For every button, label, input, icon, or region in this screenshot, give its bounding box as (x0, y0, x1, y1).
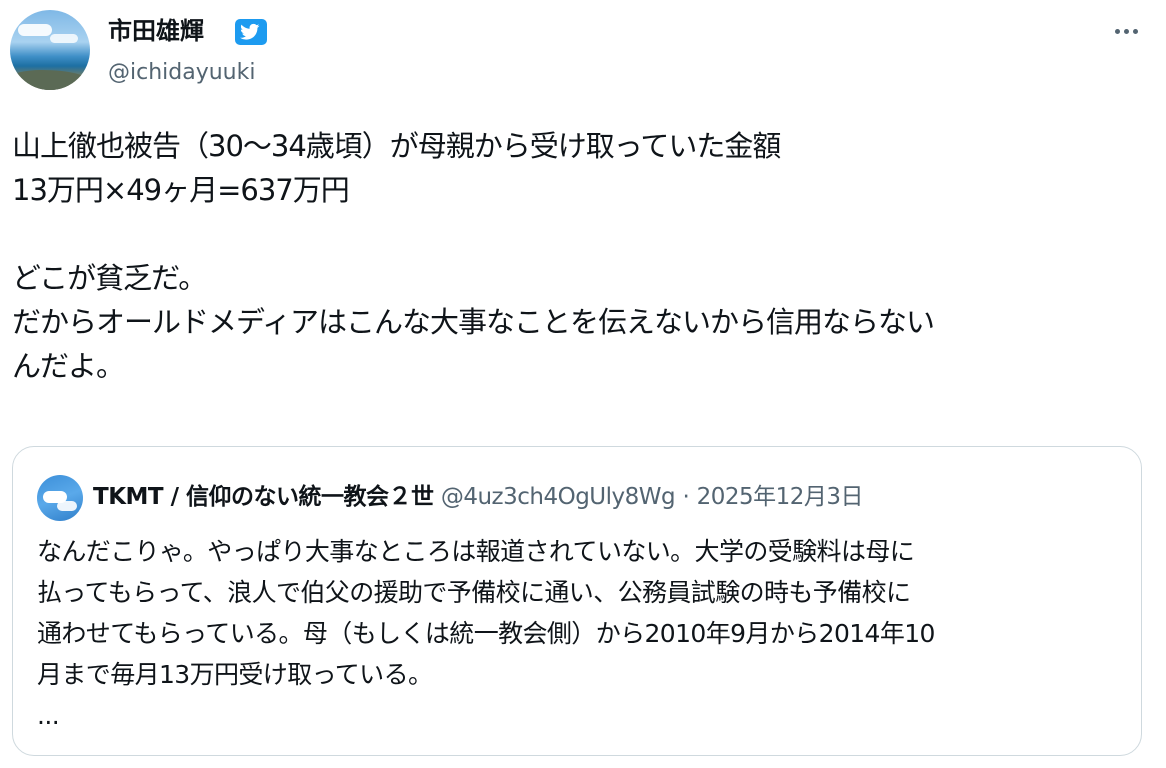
quoted-tweet-date: 2025年12月3日 (696, 484, 864, 510)
tweet-text-line: 13万円×49ヶ月=637万円 (12, 173, 350, 207)
author-display-name[interactable]: 市田雄輝 (108, 14, 204, 48)
tweet-text-line: 山上徹也被告（30〜34歳頃）が母親から受け取っていた金額 (12, 129, 781, 163)
avatar-rock (10, 70, 90, 90)
more-options-button[interactable] (1104, 14, 1148, 48)
quoted-text-ellipsis: ... (37, 701, 60, 730)
verified-badge-icon (235, 19, 267, 45)
more-dot-icon (1123, 28, 1129, 34)
avatar-cloud (50, 34, 78, 43)
tweet-text-line: だからオールドメディアはこんな大事なことを伝えないから信用ならない (12, 305, 935, 339)
quoted-author-avatar (37, 475, 83, 521)
tweet-text-line: んだよ。 (12, 349, 125, 383)
tweet-text: 山上徹也被告（30〜34歳頃）が母親から受け取っていた金額 13万円×49ヶ月=… (12, 124, 1152, 388)
author-handle[interactable]: @ichidayuuki (108, 58, 255, 88)
avatar-cloud (57, 501, 77, 511)
quoted-text-line: なんだこりゃ。やっぱり大事なところは報道されていない。大学の受験料は母に (37, 537, 915, 566)
quoted-tweet-header: TKMT / 信仰のない統一教会２世 @4uz3ch4OgUly8Wg · 20… (93, 477, 864, 517)
quoted-text-line: 払ってもらって、浪人で伯父の援助で予備校に通い、公務員試験の時も予備校に (37, 578, 911, 607)
quoted-author-handle: @4uz3ch4OgUly8Wg (440, 484, 676, 510)
more-dot-icon (1114, 28, 1120, 34)
avatar-cloud (18, 24, 52, 36)
tweet-card: 市田雄輝 @ichidayuuki 山上徹也被告（30〜34歳頃）が母親から受け… (0, 0, 1166, 768)
quoted-author-display-name: TKMT / 信仰のない統一教会２世 (93, 484, 434, 510)
quoted-text-line: 通わせてもらっている。母（もしくは統一教会側）から2010年9月から2014年1… (37, 619, 935, 648)
header-separator: · (682, 484, 690, 510)
quoted-tweet-card[interactable]: TKMT / 信仰のない統一教会２世 @4uz3ch4OgUly8Wg · 20… (12, 446, 1142, 756)
author-avatar[interactable] (10, 10, 90, 90)
quoted-text-line: 月まで毎月13万円受け取っている。 (37, 660, 433, 689)
more-dot-icon (1132, 28, 1138, 34)
quoted-tweet-text: なんだこりゃ。やっぱり大事なところは報道されていない。大学の受験料は母に 払って… (37, 531, 1127, 736)
tweet-text-line: どこが貧乏だ。 (12, 261, 207, 295)
